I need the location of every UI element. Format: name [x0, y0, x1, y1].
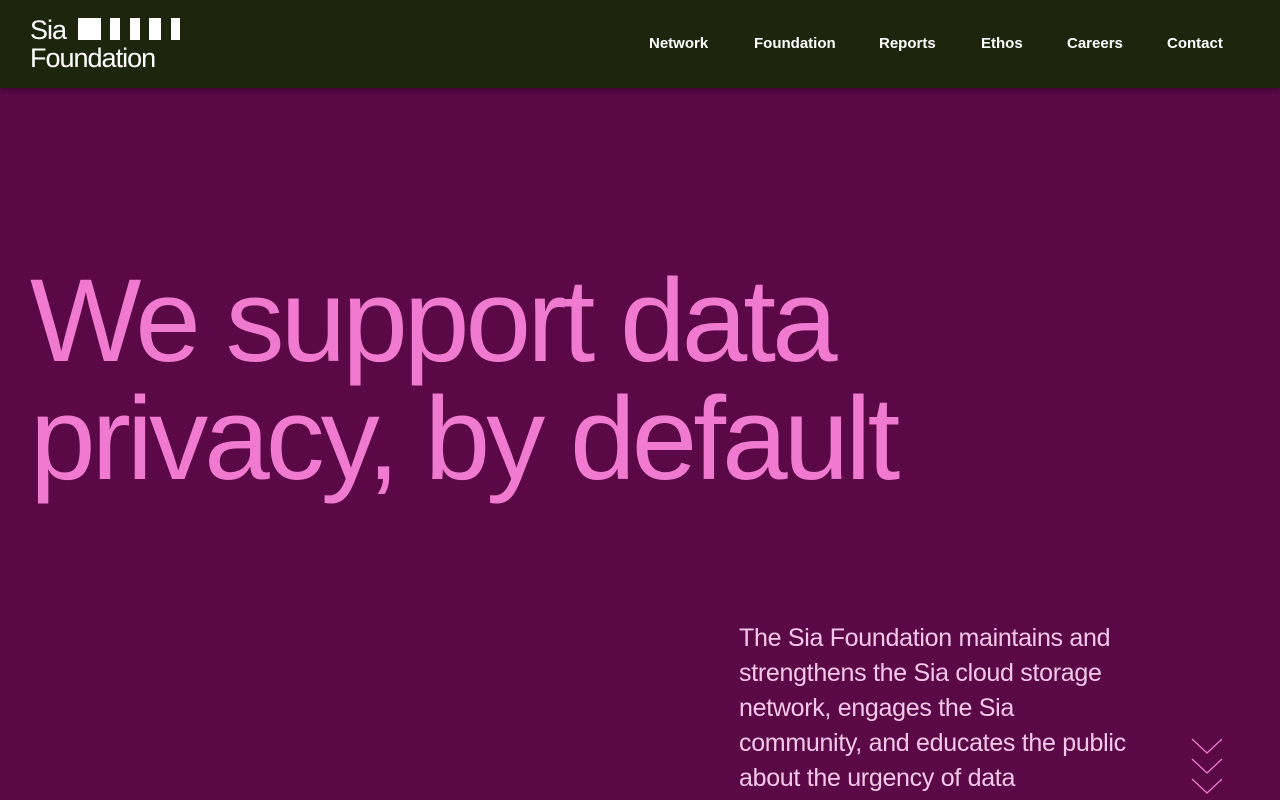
site-header: Sia Foundation Network Foundation Report… [0, 0, 1280, 88]
nav-contact[interactable]: Contact [1167, 34, 1223, 54]
logo-text-line2: Foundation [30, 43, 156, 73]
chevron-down-icon [1191, 738, 1223, 754]
logo-blocks-icon [78, 18, 182, 40]
hero-title: We support data privacy, by default [30, 262, 1030, 498]
hero-title-line2: privacy, by default [30, 373, 900, 505]
nav-network[interactable]: Network [649, 34, 708, 54]
nav-ethos[interactable]: Ethos [981, 34, 1023, 54]
logo-text-line1: Sia [30, 15, 67, 45]
hero-title-line1: We support data [30, 255, 838, 387]
sia-foundation-logo[interactable]: Sia Foundation [30, 16, 182, 72]
nav-reports[interactable]: Reports [879, 34, 936, 54]
nav-foundation[interactable]: Foundation [754, 34, 836, 54]
nav-careers[interactable]: Careers [1067, 34, 1123, 54]
chevron-down-icon [1191, 758, 1223, 774]
hero-description: The Sia Foundation maintains and strengt… [739, 624, 1126, 792]
chevron-down-icon [1191, 778, 1223, 794]
scroll-down-indicator[interactable] [1190, 736, 1224, 796]
